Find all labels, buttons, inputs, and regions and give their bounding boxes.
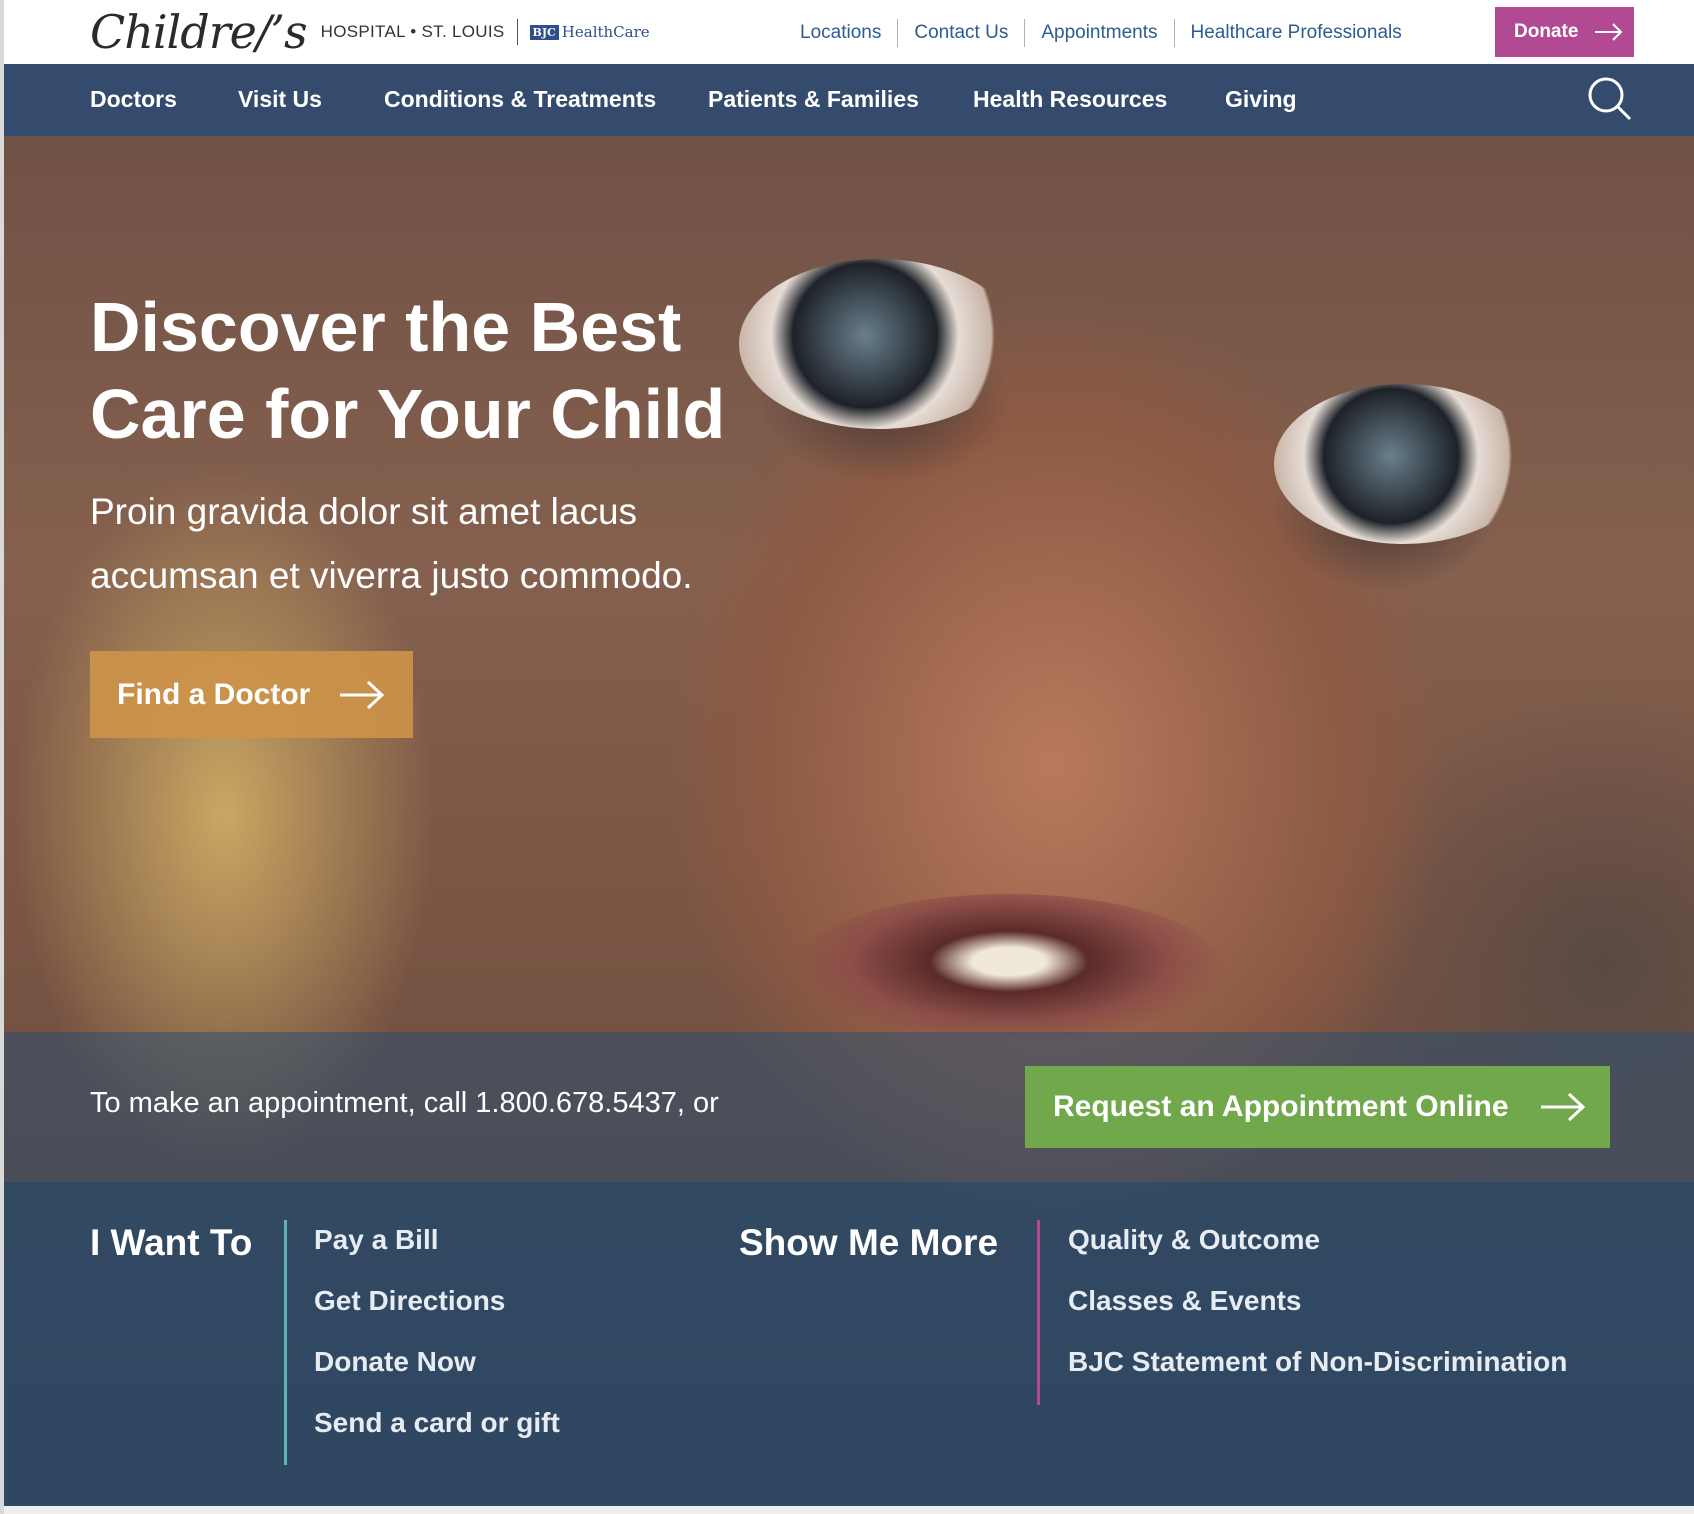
donate-button-label: Donate [1514,21,1579,42]
util-link-contact-us[interactable]: Contact Us [898,19,1026,47]
hero-headline-line-1: Discover the Best [90,288,682,366]
bjc-text: HealthCare [561,23,650,41]
page-footer-edge [4,1506,1694,1514]
util-link-locations[interactable]: Locations [784,19,899,47]
logo-wordmark: Childre∕’s [90,5,308,59]
show-me-more-heading: Show Me More [739,1222,999,1263]
arrow-right-icon [340,680,385,709]
link-classes-events[interactable]: Classes & Events [1068,1285,1301,1317]
find-a-doctor-button[interactable]: Find a Doctor [90,651,413,738]
donate-button[interactable]: Donate [1495,7,1634,57]
hero-image-mouth [794,894,1224,1044]
hero-subheadline: Proin gravida dolor sit amet lacus accum… [90,480,810,608]
nav-item-visit-us[interactable]: Visit Us [238,86,322,113]
nav-item-giving[interactable]: Giving [1225,86,1297,113]
link-quality-outcome[interactable]: Quality & Outcome [1068,1224,1320,1256]
util-link-healthcare-professionals[interactable]: Healthcare Professionals [1175,19,1418,47]
link-non-discrimination-statement[interactable]: BJC Statement of Non-Discrimination [1068,1346,1567,1378]
hero-subheadline-line-1: Proin gravida dolor sit amet lacus [90,491,638,532]
logo-subtitle: HOSPITAL • ST. LOUIS [320,22,505,41]
link-pay-a-bill[interactable]: Pay a Bill [314,1224,439,1256]
i-want-to-heading: I Want To [90,1222,253,1263]
appointment-phone-text: To make an appointment, call 1.800.678.5… [90,1087,719,1119]
nav-item-patients-families[interactable]: Patients & Families [708,86,919,113]
i-want-to-divider [284,1220,287,1465]
utility-nav: Locations Contact Us Appointments Health… [784,18,1418,48]
site-logo[interactable]: Childre∕’s HOSPITAL • ST. LOUIS BJC Heal… [90,4,650,60]
main-nav: Doctors Visit Us Conditions & Treatments… [4,64,1694,136]
nav-item-health-resources[interactable]: Health Resources [973,86,1167,113]
find-a-doctor-label: Find a Doctor [117,677,311,711]
arrow-right-icon [1540,1092,1585,1122]
link-send-card-or-gift[interactable]: Send a card or gift [314,1407,560,1439]
request-appointment-button[interactable]: Request an Appointment Online [1025,1066,1610,1148]
appointment-band: To make an appointment, call 1.800.678.5… [4,1032,1694,1182]
link-donate-now[interactable]: Donate Now [314,1346,476,1378]
nav-item-doctors[interactable]: Doctors [90,86,177,113]
hero-section: Doctors Visit Us Conditions & Treatments… [4,64,1694,1506]
arrow-right-icon [1595,23,1623,41]
search-icon[interactable] [1587,76,1633,122]
logo-divider [516,19,518,45]
hero-image-eye-right [1274,384,1534,544]
show-me-more-divider [1037,1220,1040,1405]
hero-headline: Discover the Best Care for Your Child [90,284,810,458]
nav-item-conditions-treatments[interactable]: Conditions & Treatments [384,86,656,113]
hero-headline-line-2: Care for Your Child [90,375,726,453]
bjc-badge: BJC [529,24,559,40]
link-get-directions[interactable]: Get Directions [314,1285,505,1317]
util-link-appointments[interactable]: Appointments [1025,19,1175,47]
quick-links-panel: I Want To Pay a Bill Get Directions Dona… [4,1182,1694,1506]
request-appointment-label: Request an Appointment Online [1053,1090,1509,1123]
hero-subheadline-line-2: accumsan et viverra justo commodo. [90,555,693,596]
site-header: Childre∕’s HOSPITAL • ST. LOUIS BJC Heal… [4,0,1694,64]
